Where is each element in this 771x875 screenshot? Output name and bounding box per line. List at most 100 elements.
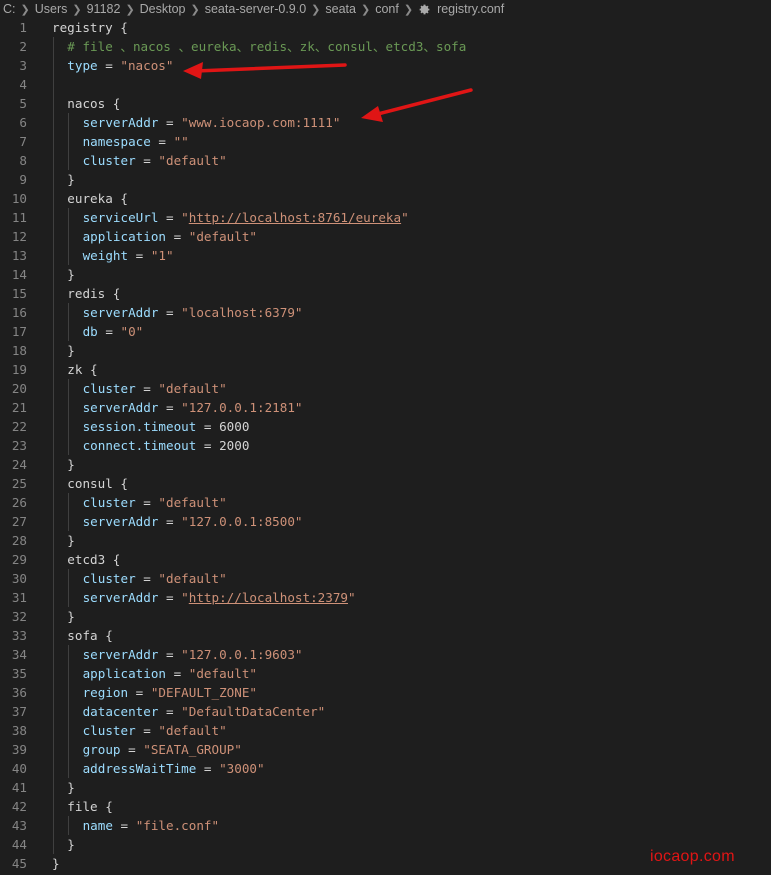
code-token: } bbox=[67, 267, 75, 282]
code-token: = bbox=[112, 818, 136, 833]
code-text: serverAddr = "127.0.0.1:2181" bbox=[83, 398, 303, 417]
indent-guide bbox=[68, 417, 70, 436]
breadcrumb: C: ❯ Users ❯ 91182 ❯ Desktop ❯ seata-server-0.9.… bbox=[0, 0, 771, 18]
config-key: serverAddr bbox=[82, 647, 159, 662]
code-line: 25 consul { bbox=[0, 474, 771, 493]
config-string: "127.0.0.1:8500" bbox=[181, 514, 303, 529]
indent-guide bbox=[53, 778, 54, 797]
code-text: region = "DEFAULT_ZONE" bbox=[83, 683, 257, 702]
indent-guide bbox=[53, 189, 54, 208]
code-comment: # file 、nacos 、eureka、redis、zk、consul、et… bbox=[67, 39, 467, 54]
line-number: 24 bbox=[11, 457, 27, 472]
code-line: 16 serverAddr = "localhost:6379" bbox=[0, 303, 771, 322]
code-line: 2 # file 、nacos 、eureka、redis、zk、consul、e… bbox=[0, 37, 771, 56]
config-key: group bbox=[82, 742, 121, 757]
config-key: serverAddr bbox=[82, 400, 159, 415]
code-text: } bbox=[52, 854, 60, 873]
code-token: = bbox=[196, 438, 220, 453]
code-text: etcd3 { bbox=[67, 550, 120, 569]
code-line: 12 application = "default" bbox=[0, 227, 771, 246]
code-line: 1 registry { bbox=[0, 18, 771, 37]
config-string: "0" bbox=[120, 324, 144, 339]
breadcrumb-item[interactable]: Desktop bbox=[140, 2, 186, 16]
line-number: 34 bbox=[11, 647, 27, 662]
code-token: = bbox=[158, 647, 182, 662]
config-key: application bbox=[82, 666, 166, 681]
code-editor[interactable]: 1 registry {2 # file 、nacos 、eureka、redis、… bbox=[0, 18, 771, 875]
breadcrumb-item[interactable]: Users bbox=[35, 2, 68, 16]
indent-guide bbox=[68, 436, 70, 455]
line-number: 25 bbox=[11, 476, 27, 491]
config-string[interactable]: http://localhost:2379 bbox=[189, 590, 348, 605]
indent-guide bbox=[53, 645, 54, 664]
indent-guide bbox=[53, 37, 54, 56]
code-token: = bbox=[128, 248, 151, 263]
code-line: 18} bbox=[0, 341, 771, 360]
line-number: 8 bbox=[19, 153, 27, 168]
config-string: "default" bbox=[158, 723, 227, 738]
breadcrumb-item[interactable]: conf bbox=[375, 2, 399, 16]
code-line: 4 bbox=[0, 75, 771, 94]
code-line: 39 group = "SEATA_GROUP" bbox=[0, 740, 771, 759]
indent-guide bbox=[53, 835, 54, 854]
config-key: cluster bbox=[82, 381, 136, 396]
indent-guide bbox=[53, 493, 54, 512]
indent-guide bbox=[68, 227, 70, 246]
indent-guide bbox=[68, 246, 70, 265]
indent-guide bbox=[68, 132, 70, 151]
code-text: serverAddr = "www.iocaop.com:1111" bbox=[83, 113, 341, 132]
indent-guide bbox=[68, 303, 70, 322]
code-text: weight = "1" bbox=[83, 246, 174, 265]
config-key: datacenter bbox=[82, 704, 159, 719]
code-token: = bbox=[97, 58, 121, 73]
line-number: 40 bbox=[11, 761, 27, 776]
indent-guide bbox=[68, 208, 70, 227]
breadcrumb-item[interactable]: C: bbox=[3, 2, 16, 16]
line-number: 20 bbox=[11, 381, 27, 396]
code-text: session.timeout = 6000 bbox=[83, 417, 250, 436]
config-string: "default" bbox=[158, 381, 227, 396]
config-string: "1" bbox=[150, 248, 174, 263]
indent-guide bbox=[53, 512, 54, 531]
line-number: 42 bbox=[11, 799, 27, 814]
code-token: 6000 bbox=[219, 419, 250, 434]
code-text: db = "0" bbox=[83, 322, 144, 341]
code-line: 14} bbox=[0, 265, 771, 284]
indent-guide bbox=[53, 56, 54, 75]
code-text: serverAddr = "http://localhost:2379" bbox=[83, 588, 356, 607]
config-key: weight bbox=[82, 248, 129, 263]
indent-guide bbox=[68, 151, 70, 170]
code-line: 22 session.timeout = 6000 bbox=[0, 417, 771, 436]
config-key: serverAddr bbox=[82, 514, 159, 529]
config-string: "127.0.0.1:2181" bbox=[181, 400, 303, 415]
indent-guide bbox=[53, 455, 54, 474]
code-line: 10 eureka { bbox=[0, 189, 771, 208]
config-string: " bbox=[181, 210, 189, 225]
config-string[interactable]: http://localhost:8761/eureka bbox=[189, 210, 401, 225]
indent-guide bbox=[68, 759, 70, 778]
line-number: 21 bbox=[11, 400, 27, 415]
code-line: 17 db = "0" bbox=[0, 322, 771, 341]
indent-guide bbox=[53, 550, 54, 569]
config-key: cluster bbox=[82, 495, 136, 510]
code-token: 2000 bbox=[219, 438, 250, 453]
code-token: consul { bbox=[67, 476, 128, 491]
code-line: 40 addressWaitTime = "3000" bbox=[0, 759, 771, 778]
code-token: sofa { bbox=[67, 628, 113, 643]
breadcrumb-item[interactable]: seata bbox=[325, 2, 356, 16]
indent-guide bbox=[53, 360, 54, 379]
breadcrumb-item[interactable]: seata-server-0.9.0 bbox=[205, 2, 306, 16]
line-number: 14 bbox=[11, 267, 27, 282]
config-key: namespace bbox=[82, 134, 151, 149]
breadcrumb-file[interactable]: registry.conf bbox=[437, 2, 504, 16]
config-string: "DefaultDataCenter" bbox=[181, 704, 326, 719]
code-token: zk { bbox=[67, 362, 98, 377]
code-line: 43 name = "file.conf" bbox=[0, 816, 771, 835]
config-string: "3000" bbox=[219, 761, 265, 776]
indent-guide bbox=[53, 151, 54, 170]
line-number: 26 bbox=[11, 495, 27, 510]
line-number: 30 bbox=[11, 571, 27, 586]
indent-guide bbox=[68, 569, 70, 588]
config-key: serviceUrl bbox=[82, 210, 159, 225]
breadcrumb-item[interactable]: 91182 bbox=[87, 2, 121, 16]
